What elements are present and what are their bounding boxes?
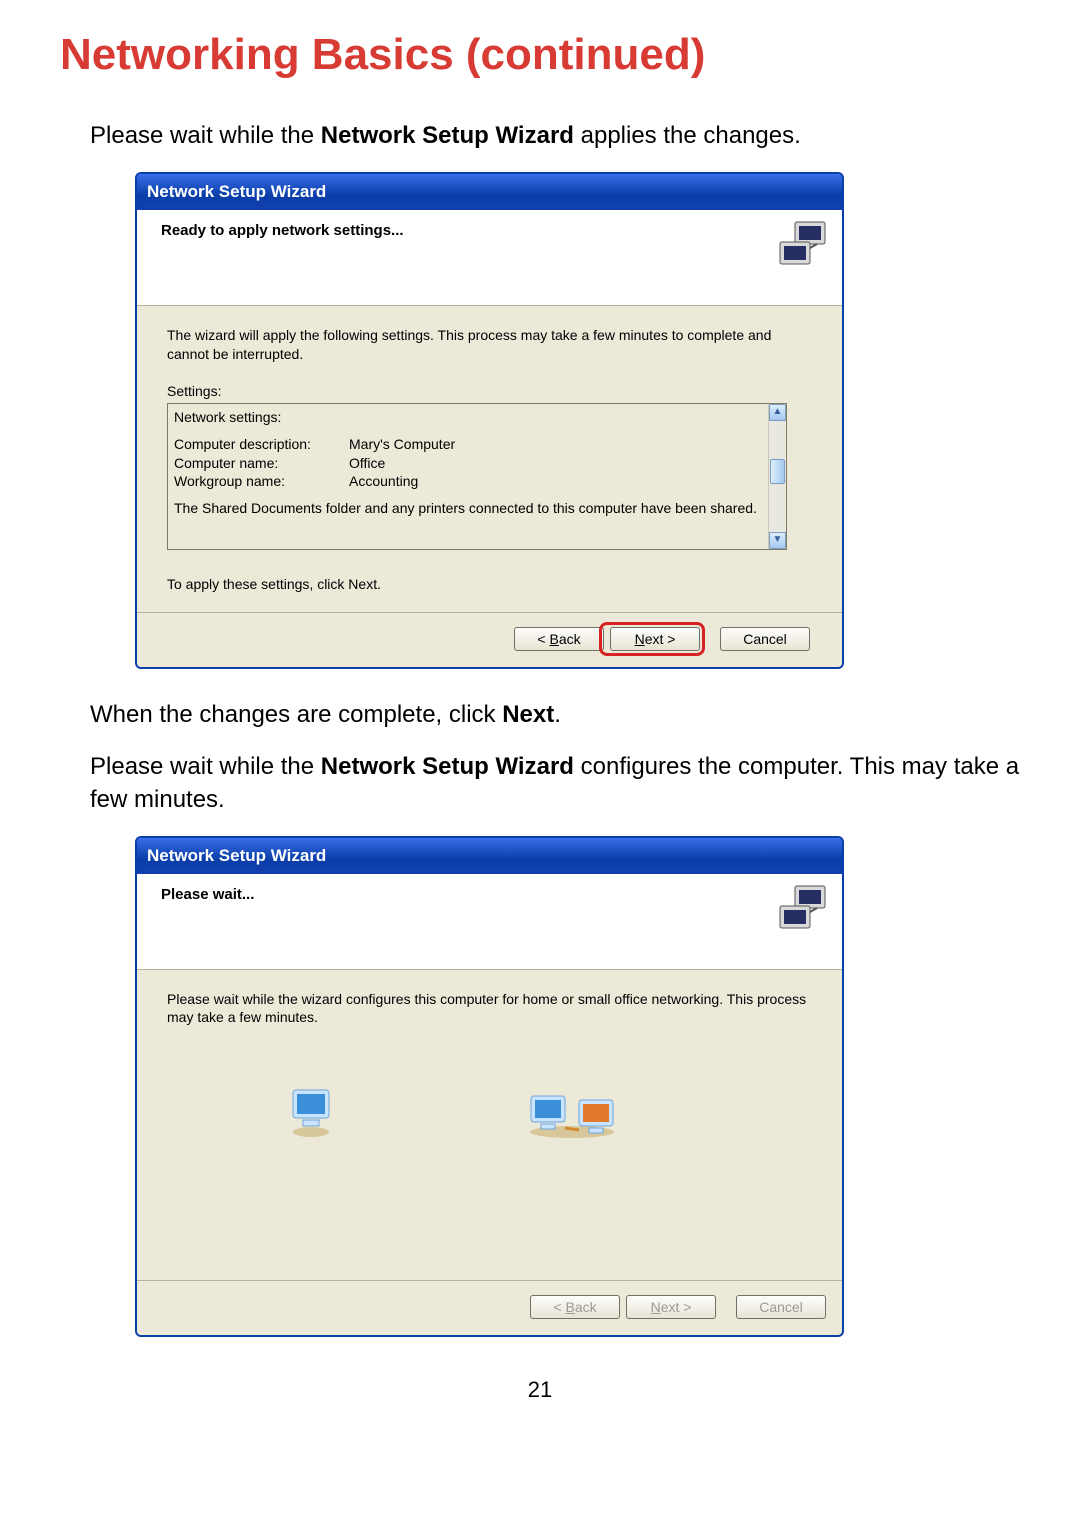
page-number: 21 xyxy=(60,1377,1020,1403)
mid2-bold: Network Setup Wizard xyxy=(321,753,574,780)
wizard1-desc: The wizard will apply the following sett… xyxy=(167,326,812,362)
wizard-apply-settings: Network Setup Wizard Ready to apply netw… xyxy=(135,172,844,668)
back-u: B xyxy=(565,1299,574,1315)
settings-label: Settings: xyxy=(167,383,812,399)
intro1-bold: Network Setup Wizard xyxy=(321,122,574,149)
cancel-button: Cancel xyxy=(736,1295,826,1319)
page-heading: Networking Basics (continued) xyxy=(60,30,1020,80)
network-computers-icon xyxy=(775,882,830,937)
wizard2-header-title: Please wait... xyxy=(161,886,822,903)
mid2-pre: Please wait while the xyxy=(90,753,321,780)
back-post: ack xyxy=(559,631,581,647)
mid-line-1: When the changes are complete, click Nex… xyxy=(90,699,1020,731)
mid1-bold: Next xyxy=(502,701,554,728)
next-post: ext > xyxy=(661,1299,692,1315)
cancel-button[interactable]: Cancel xyxy=(720,627,810,651)
intro1-pre: Please wait while the xyxy=(90,122,321,149)
scroll-thumb[interactable] xyxy=(770,459,785,484)
wizard2-titlebar: Network Setup Wizard xyxy=(137,838,842,874)
mid1-pre: When the changes are complete, click xyxy=(90,701,502,728)
back-u: B xyxy=(549,631,558,647)
settings-row-workgroup: Workgroup name: Accounting xyxy=(174,472,780,491)
next-u: N xyxy=(635,631,645,647)
scrollbar[interactable]: ▲ ▼ xyxy=(768,404,786,549)
wizard2-header: Please wait... xyxy=(137,874,842,970)
wizard1-button-bar: < Back Next > Cancel xyxy=(137,612,842,667)
settings-row-name: Computer name: Office xyxy=(174,454,780,473)
back-button: < Back xyxy=(530,1295,620,1319)
row-value: Mary's Computer xyxy=(349,435,455,454)
back-pre: < xyxy=(537,631,549,647)
wizard1-header-title: Ready to apply network settings... xyxy=(161,222,822,239)
back-post: ack xyxy=(575,1299,597,1315)
single-computer-icon xyxy=(287,1086,337,1144)
connecting-computers-icon xyxy=(527,1086,622,1144)
intro1-post: applies the changes. xyxy=(574,122,801,149)
intro-line-1: Please wait while the Network Setup Wiza… xyxy=(90,120,1020,152)
row-value: Office xyxy=(349,454,385,473)
wizard2-desc: Please wait while the wizard configures … xyxy=(167,990,812,1026)
back-button[interactable]: < Back xyxy=(514,627,604,651)
wizard2-button-bar: < BackNext >Cancel xyxy=(137,1280,842,1335)
back-pre: < xyxy=(553,1299,565,1315)
progress-animation xyxy=(167,1086,812,1144)
settings-shared-text: The Shared Documents folder and any prin… xyxy=(174,499,780,518)
row-label: Computer name: xyxy=(174,454,349,473)
row-label: Computer description: xyxy=(174,435,349,454)
settings-row-desc: Computer description: Mary's Computer xyxy=(174,435,780,454)
network-computers-icon xyxy=(775,218,830,273)
wizard1-header: Ready to apply network settings... xyxy=(137,210,842,306)
mid1-post: . xyxy=(554,701,561,728)
next-button: Next > xyxy=(626,1295,716,1319)
mid-line-2: Please wait while the Network Setup Wiza… xyxy=(90,751,1020,816)
row-label: Workgroup name: xyxy=(174,472,349,491)
scroll-up-icon[interactable]: ▲ xyxy=(769,404,786,421)
row-value: Accounting xyxy=(349,472,418,491)
next-button[interactable]: Next > xyxy=(610,627,700,651)
apply-hint: To apply these settings, click Next. xyxy=(167,576,812,592)
wizard1-content: The wizard will apply the following sett… xyxy=(137,306,842,611)
next-u: N xyxy=(651,1299,661,1315)
wizard-please-wait: Network Setup Wizard Please wait... Plea… xyxy=(135,836,844,1337)
wizard1-titlebar: Network Setup Wizard xyxy=(137,174,842,210)
settings-row-ns: Network settings: xyxy=(174,408,780,427)
scroll-down-icon[interactable]: ▼ xyxy=(769,532,786,549)
wizard2-content: Please wait while the wizard configures … xyxy=(137,970,842,1280)
next-post: ext > xyxy=(645,631,676,647)
settings-listbox: Network settings: Computer description: … xyxy=(167,403,787,550)
